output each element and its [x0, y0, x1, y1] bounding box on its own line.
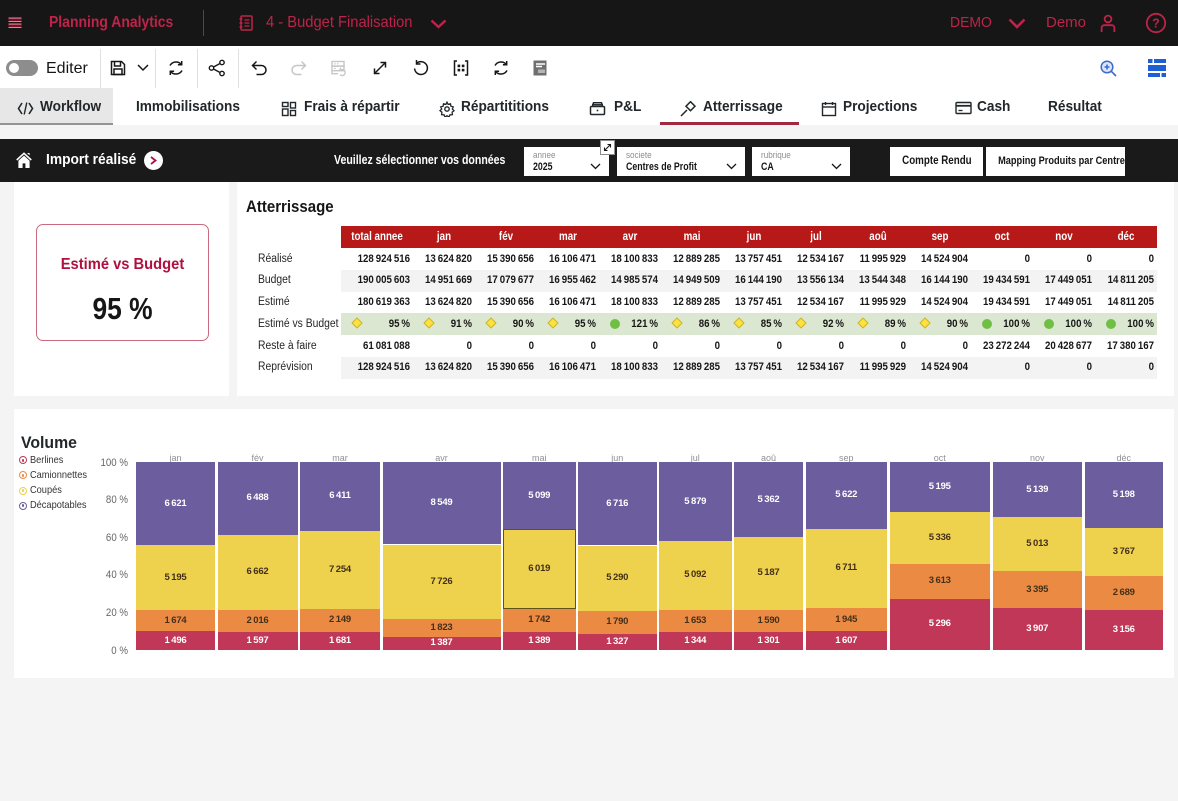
svg-text:?: ?	[1152, 16, 1160, 30]
